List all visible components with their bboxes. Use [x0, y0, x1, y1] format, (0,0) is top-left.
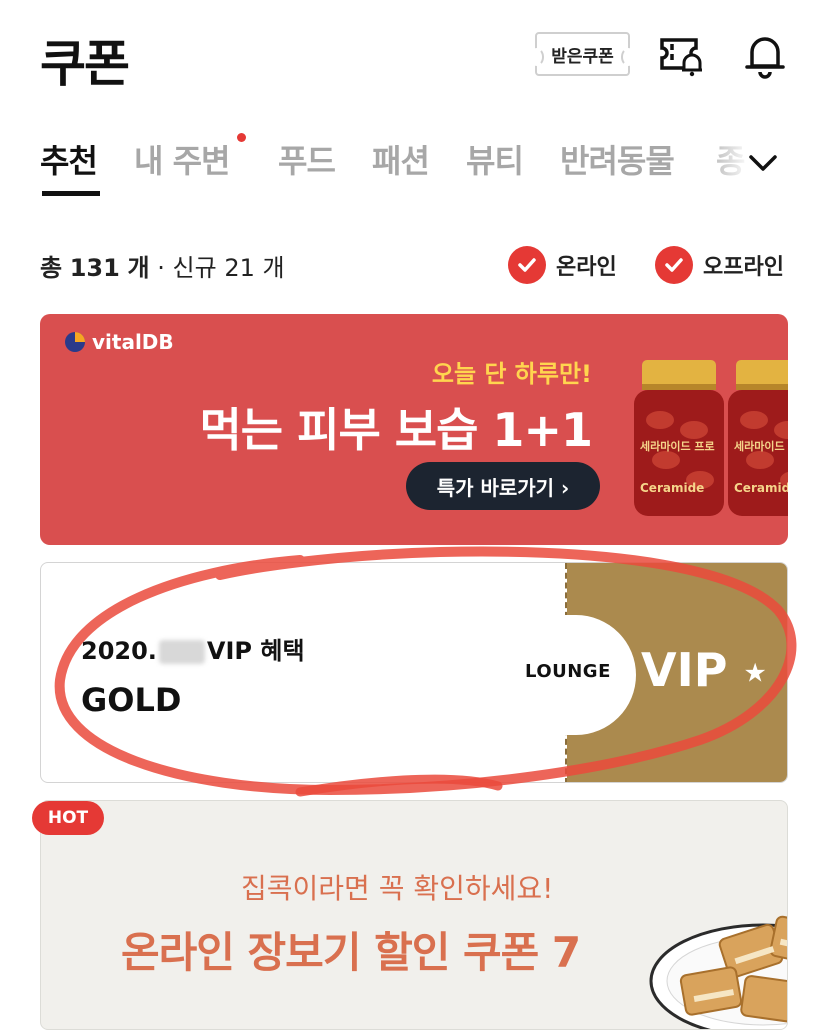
vip-badge-text: VIP	[641, 643, 728, 697]
brand-mark-icon	[65, 332, 85, 352]
new-unit: 개	[262, 254, 285, 282]
product-label: 세라마이드 프로	[734, 439, 788, 453]
tab-beauty[interactable]: 뷰티	[466, 136, 524, 182]
vip-date-prefix: 2020.	[81, 637, 157, 665]
vip-date-suffix: VIP 혜택	[206, 637, 305, 665]
promo-banner[interactable]: vitalDB 오늘 단 하루만! 먹는 피부 보습 1+1 특가 바로가기 ›…	[40, 314, 788, 545]
star-icon: ★	[743, 658, 767, 689]
tab-food[interactable]: 푸드	[278, 136, 336, 182]
brand-logo: vitalDB	[64, 330, 174, 354]
hot-title: 온라인 장보기 할인 쿠폰 7	[121, 928, 581, 977]
check-icon	[508, 246, 546, 284]
total-count: 131	[69, 254, 120, 282]
promo-cta-button[interactable]: 특가 바로가기 ›	[406, 462, 600, 510]
total-unit: 개	[127, 254, 150, 282]
tab-fashion[interactable]: 패션	[372, 136, 430, 182]
promo-subtitle: 오늘 단 하루만!	[431, 360, 592, 388]
active-tab-indicator	[42, 191, 100, 196]
snack-plate-image	[649, 915, 787, 1029]
product-bottle-image: 세라마이드 프로 Ceramide	[634, 360, 724, 516]
tab-nearby[interactable]: 내 주변	[134, 136, 230, 182]
summary-separator: ·	[157, 254, 165, 282]
vip-badge: VIP ★	[641, 643, 767, 697]
vip-tier: GOLD	[81, 681, 182, 719]
new-dot-badge	[237, 133, 246, 142]
check-icon	[655, 246, 693, 284]
filter-offline[interactable]: 오프라인	[655, 244, 784, 286]
promo-title: 먹는 피부 보습 1+1	[199, 403, 593, 457]
vip-coupon-card[interactable]: 2020. VIP 혜택 GOLD LOUNGE VIP ★	[40, 562, 788, 783]
filter-online[interactable]: 온라인	[508, 244, 617, 286]
product-bottle-image: 세라마이드 프로 Ceramide	[728, 360, 788, 516]
tab-pets[interactable]: 반려동물	[560, 136, 675, 182]
hot-badge: HOT	[32, 801, 104, 835]
hot-coupon-banner[interactable]: 집콕이라면 꼭 확인하세요! 온라인 장보기 할인 쿠폰 7	[40, 800, 788, 1030]
ticket-bell-icon[interactable]	[656, 30, 706, 80]
header: 쿠폰 받은쿠폰	[0, 0, 827, 115]
hot-subtitle: 집콕이라면 꼭 확인하세요!	[241, 872, 554, 905]
total-prefix: 총	[40, 254, 63, 282]
product-sub-label: Ceramide	[734, 481, 788, 495]
new-prefix: 신규	[172, 254, 217, 282]
filter-offline-label: 오프라인	[703, 255, 784, 280]
brand-name: vitalDB	[92, 330, 174, 354]
bell-icon[interactable]	[740, 30, 790, 80]
new-count: 21	[224, 254, 255, 282]
redacted-text	[158, 640, 205, 664]
product-sub-label: Ceramide	[640, 481, 704, 495]
coupon-summary: 총 131 개 · 신규 21 개	[40, 248, 285, 283]
filter-online-label: 온라인	[556, 255, 617, 280]
product-label: 세라마이드 프로	[640, 439, 715, 453]
page-title: 쿠폰	[40, 35, 130, 93]
vip-benefit-title: 2020. VIP 혜택	[81, 631, 305, 666]
lounge-label: LOUNGE	[525, 661, 611, 682]
chevron-down-icon[interactable]	[746, 146, 780, 180]
tab-recommended[interactable]: 추천	[40, 136, 98, 182]
received-coupons-button[interactable]: 받은쿠폰	[530, 32, 635, 76]
